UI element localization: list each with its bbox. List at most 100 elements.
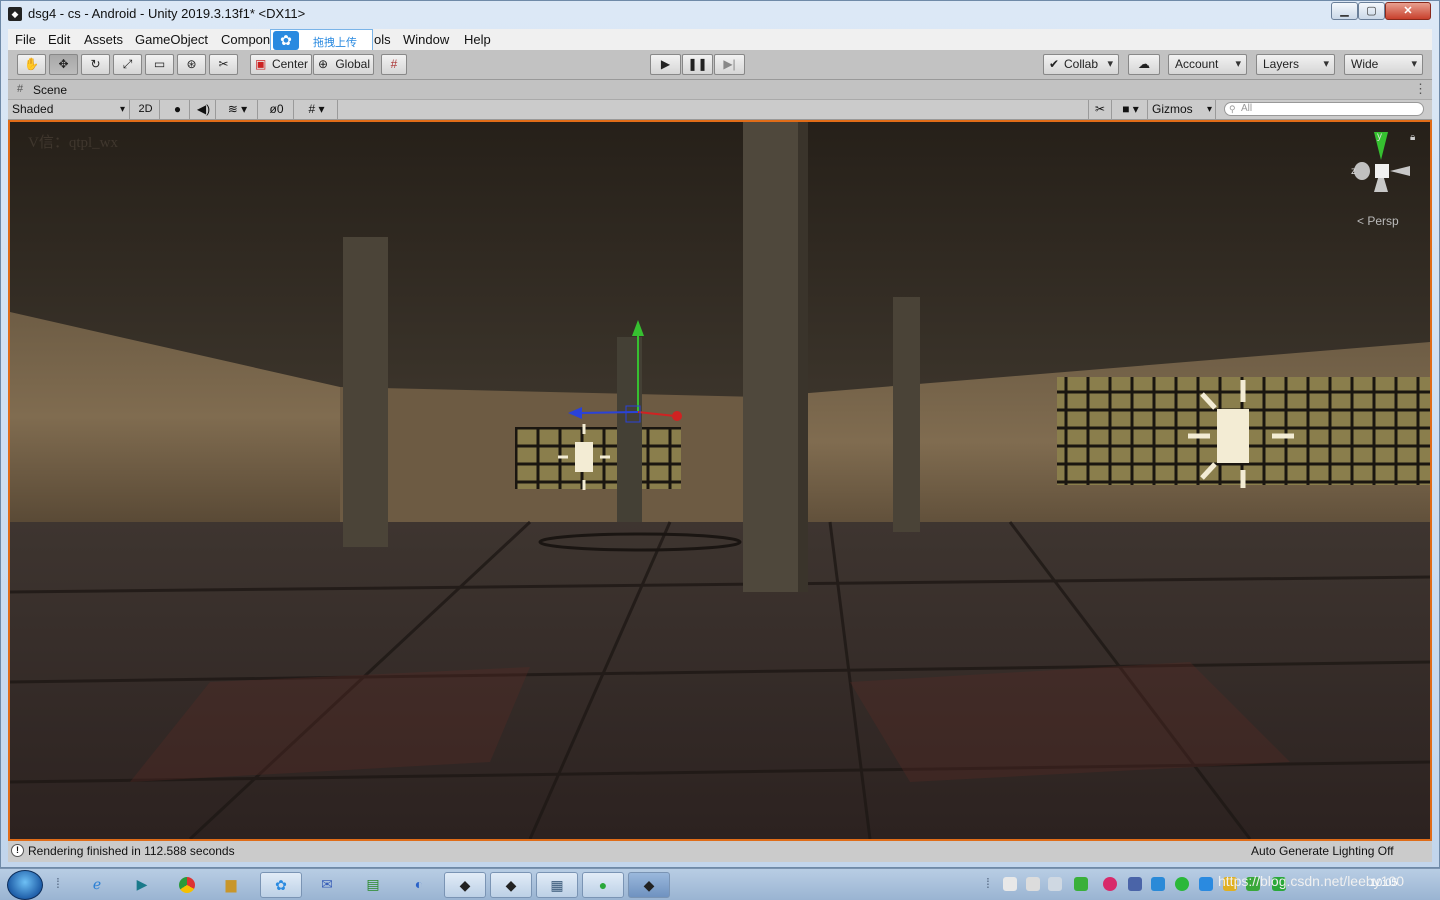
taskbar-wechat-icon[interactable]: ● bbox=[582, 872, 624, 898]
step-icon: ▶| bbox=[723, 57, 736, 71]
pause-button[interactable]: ❚❚ bbox=[682, 54, 713, 75]
taskbar-chrome-icon[interactable] bbox=[166, 872, 208, 898]
snap-button[interactable]: # bbox=[381, 54, 407, 75]
close-button[interactable]: ✕ bbox=[1385, 2, 1431, 20]
windows-taskbar: ⁞ ℯ ▶ ▆ ✿ ✉ ▤ ◐ ◆ ◆ ▦ ● ◆ ⁞ https://blog… bbox=[0, 868, 1440, 900]
tray-keyboard-icon[interactable] bbox=[1026, 877, 1040, 891]
space-toggle[interactable]: ⊕ Global bbox=[313, 54, 374, 75]
move-tool-button[interactable]: ✥ bbox=[49, 54, 78, 75]
scene-grid-icon: # bbox=[17, 83, 24, 95]
2d-toggle[interactable]: 2D bbox=[132, 100, 160, 119]
tray-network-icon[interactable] bbox=[1048, 877, 1062, 891]
speaker-icon: ◀) bbox=[196, 102, 211, 116]
taskbar-app-c-icon[interactable]: ▤ bbox=[352, 872, 394, 898]
taskbar-calculator-icon[interactable]: ▦ bbox=[536, 872, 578, 898]
tray-doc-icon[interactable] bbox=[1003, 877, 1017, 891]
pivot-toggle[interactable]: ▣ Center bbox=[250, 54, 312, 75]
main-toolbar: ✋ ✥ ↻ ⤢ ▭ ⊛ ✂ ▣ Center ⊕ Global # ▶ ❚❚ ▶… bbox=[8, 50, 1432, 80]
account-dropdown[interactable]: Account bbox=[1168, 54, 1247, 75]
cloud-upload-icon: ✿ bbox=[273, 31, 299, 50]
layout-dropdown[interactable]: Wide bbox=[1344, 54, 1423, 75]
taskbar-app-d-icon[interactable]: ◐ bbox=[398, 872, 440, 898]
maximize-button[interactable]: ▢ bbox=[1358, 2, 1385, 20]
tray-qq-icon[interactable] bbox=[1103, 877, 1117, 891]
chevron-down-icon: ▾ bbox=[119, 104, 125, 115]
taskbar-unity-3-icon[interactable]: ◆ bbox=[628, 872, 670, 898]
menu-file[interactable]: File bbox=[15, 32, 36, 47]
tray-upload-icon[interactable] bbox=[1199, 877, 1213, 891]
persp-toggle[interactable]: < Persp bbox=[1357, 214, 1399, 228]
collab-label: Collab bbox=[1064, 57, 1099, 71]
grid-dropdown[interactable]: # ▾ bbox=[296, 100, 338, 119]
effects-dropdown[interactable]: ≋ ▾ bbox=[218, 100, 258, 119]
tray-battery-icon[interactable] bbox=[1074, 877, 1088, 891]
cloud-icon: ☁ bbox=[1138, 57, 1150, 71]
tray-vs-icon[interactable] bbox=[1128, 877, 1142, 891]
custom-tool-button[interactable]: ✂ bbox=[209, 54, 238, 75]
menu-window[interactable]: Window bbox=[403, 32, 449, 47]
title-bar: ◆ dsg4 - cs - Android - Unity 2019.3.13f… bbox=[0, 0, 1440, 28]
menu-gameobject[interactable]: GameObject bbox=[135, 32, 208, 47]
scale-icon: ⤢ bbox=[122, 57, 133, 71]
status-message[interactable]: Rendering finished in 112.588 seconds bbox=[28, 844, 235, 858]
layers-dropdown[interactable]: Layers bbox=[1256, 54, 1335, 75]
scene-tools-button[interactable]: ✂ bbox=[1088, 100, 1112, 119]
taskbar-unity-2-icon[interactable]: ◆ bbox=[490, 872, 532, 898]
start-button[interactable] bbox=[7, 870, 43, 900]
minimize-button[interactable]: ▁ bbox=[1331, 2, 1358, 20]
collab-dropdown[interactable]: ✔ Collab bbox=[1043, 54, 1119, 75]
lighting-toggle[interactable]: ● bbox=[166, 100, 190, 119]
taskbar-ie-icon[interactable]: ℯ bbox=[76, 872, 118, 898]
tools-icon: ✂ bbox=[1094, 102, 1106, 116]
chevron-down-icon: ▾ bbox=[1206, 104, 1212, 115]
gizmos-label: Gizmos bbox=[1152, 102, 1193, 116]
search-placeholder: All bbox=[1241, 103, 1253, 114]
tab-scene[interactable]: Scene bbox=[33, 83, 67, 97]
hidden-objects-toggle[interactable]: ø0 bbox=[260, 100, 294, 119]
watermark-text: V信：qtpl_wx bbox=[28, 135, 119, 151]
shading-mode-dropdown[interactable]: Shaded ▾ bbox=[8, 100, 130, 119]
scene-search-input[interactable]: ⚲ All bbox=[1224, 102, 1424, 116]
taskbar-app-a-icon[interactable]: ✿ bbox=[260, 872, 302, 898]
taskbar-app-b-icon[interactable]: ✉ bbox=[306, 872, 348, 898]
taskbar-explorer-icon[interactable]: ▆ bbox=[210, 872, 252, 898]
menu-component[interactable]: Compon bbox=[221, 32, 270, 47]
play-button[interactable]: ▶ bbox=[650, 54, 681, 75]
rect-icon: ▭ bbox=[153, 57, 166, 71]
clock-text[interactable]: 10:05 bbox=[1370, 877, 1398, 889]
layers-label: Layers bbox=[1263, 57, 1300, 71]
upload-overlay[interactable]: ✿ 拖拽上传 bbox=[270, 29, 373, 52]
menu-tools[interactable]: ols bbox=[374, 32, 391, 47]
hidden-count: 0 bbox=[276, 102, 284, 116]
tray-cursor-icon[interactable] bbox=[1151, 877, 1165, 891]
scene-viewport[interactable]: z y V信：qtpl_wx < Persp 🔒︎ bbox=[8, 120, 1432, 841]
gizmos-dropdown[interactable]: Gizmos ▾ bbox=[1150, 100, 1216, 119]
taskbar-grip-icon: ⁞ bbox=[56, 875, 60, 891]
globe-icon: ⊕ bbox=[318, 57, 329, 71]
cloud-button[interactable]: ☁ bbox=[1128, 54, 1160, 75]
transform-tool-button[interactable]: ⊛ bbox=[177, 54, 206, 75]
rect-tool-button[interactable]: ▭ bbox=[145, 54, 174, 75]
menu-help[interactable]: Help bbox=[464, 32, 491, 47]
more-options-icon[interactable]: ⋮ bbox=[1414, 81, 1427, 97]
menu-assets[interactable]: Assets bbox=[84, 32, 123, 47]
play-icon: ▶ bbox=[660, 57, 671, 71]
taskbar-unity-1-icon[interactable]: ◆ bbox=[444, 872, 486, 898]
menu-edit[interactable]: Edit bbox=[48, 32, 70, 47]
shading-label: Shaded bbox=[12, 102, 54, 116]
search-icon: ⚲ bbox=[1229, 104, 1236, 114]
menu-bar: File Edit Assets GameObject Compon ols W… bbox=[8, 29, 1432, 50]
tray-wechat-icon[interactable] bbox=[1175, 877, 1189, 891]
tray-grip-icon: ⁞ bbox=[986, 875, 990, 891]
hand-tool-button[interactable]: ✋ bbox=[17, 54, 46, 75]
scale-tool-button[interactable]: ⤢ bbox=[113, 54, 142, 75]
rotate-tool-button[interactable]: ↻ bbox=[81, 54, 110, 75]
camera-dropdown[interactable]: ■ ▾ bbox=[1114, 100, 1148, 119]
audio-toggle[interactable]: ◀) bbox=[192, 100, 216, 119]
axis-z-label: z bbox=[1351, 166, 1356, 177]
lock-icon[interactable]: 🔒︎ bbox=[1410, 132, 1415, 143]
taskbar-media-icon[interactable]: ▶ bbox=[121, 872, 163, 898]
transform-icon: ⊛ bbox=[186, 57, 197, 71]
lighting-status[interactable]: Auto Generate Lighting Off bbox=[1251, 844, 1394, 858]
step-button[interactable]: ▶| bbox=[714, 54, 745, 75]
